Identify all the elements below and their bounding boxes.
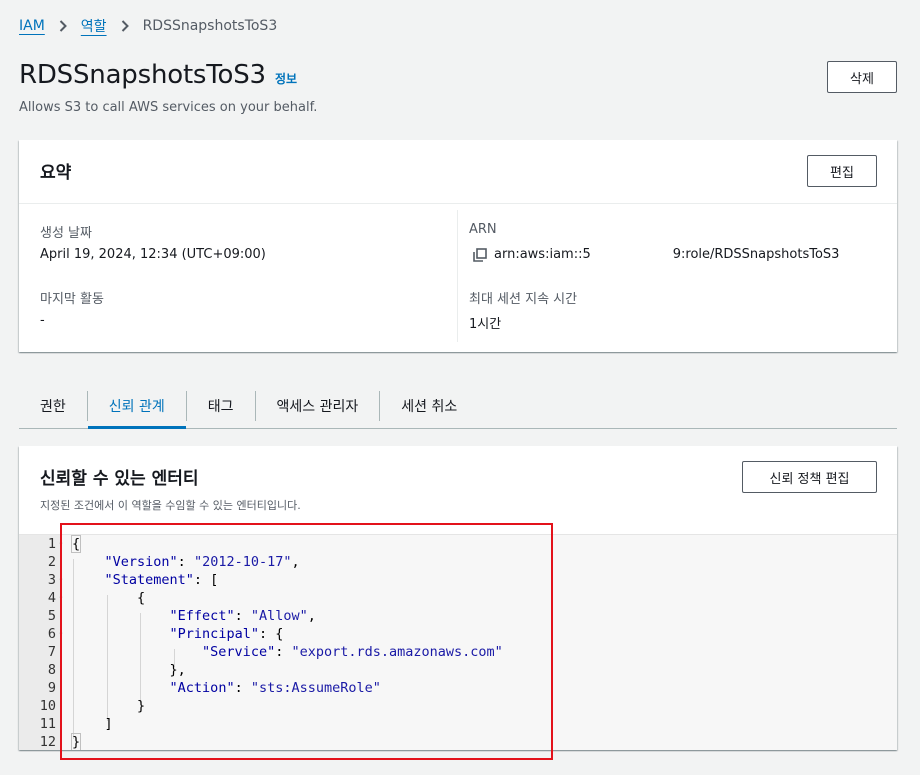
code-line: 9 "Action": "sts:AssumeRole": [19, 679, 897, 697]
json-string: "export.rds.amazonaws.com": [291, 644, 503, 660]
summary-panel: 요약 편집 생성 날짜 April 19, 2024, 12:34 (UTC+0…: [19, 140, 897, 352]
edit-trust-policy-button[interactable]: 신뢰 정책 편집: [742, 461, 877, 493]
edit-button[interactable]: 편집: [807, 155, 877, 187]
json-close-brace: }: [70, 733, 82, 750]
tab-permissions[interactable]: 권한: [19, 384, 87, 428]
json-string: "sts:AssumeRole": [250, 680, 381, 696]
code-line: 10 }: [19, 697, 897, 715]
tab-access-advisor[interactable]: 액세스 관리자: [256, 384, 380, 428]
chevron-right-icon: [59, 20, 67, 32]
code-line: 5 "Effect": "Allow",: [19, 607, 897, 625]
line-number: 8: [47, 662, 56, 678]
code-line: 4 ▾ {: [19, 589, 897, 607]
last-activity-value: -: [40, 313, 45, 328]
page-title: RDSSnapshotsToS3: [19, 60, 266, 90]
json-key: "Principal": [169, 626, 259, 642]
fold-arrow-icon[interactable]: ▾: [56, 630, 66, 638]
json-key: "Version": [104, 554, 178, 570]
copy-icon[interactable]: [473, 247, 487, 262]
trust-policy-code-editor[interactable]: 1 ▾ { 2 "Version": "2012-10-17", 3 ▾ "St…: [19, 534, 897, 750]
json-open-brace: {: [70, 535, 82, 553]
trusted-entities-title: 신뢰할 수 있는 엔터티: [40, 469, 199, 489]
chevron-right-icon: [121, 20, 129, 32]
line-number: 3: [47, 572, 56, 588]
json-key: "Statement": [104, 572, 194, 588]
summary-title: 요약: [40, 163, 72, 183]
json-key: "Action": [169, 680, 235, 696]
tab-tags[interactable]: 태그: [187, 384, 255, 428]
tab-trust-relationships[interactable]: 신뢰 관계: [87, 384, 186, 429]
max-session-value: 1시간: [469, 317, 502, 332]
line-number: 7: [47, 644, 56, 660]
max-session-label: 최대 세션 지속 시간: [469, 292, 578, 307]
breadcrumb-current: RDSSnapshotsToS3: [142, 18, 278, 34]
arn-label: ARN: [469, 222, 497, 237]
iam-role-page: IAM 역할 RDSSnapshotsToS3 RDSSnapshotsToS3…: [0, 0, 920, 775]
breadcrumb-iam-link[interactable]: IAM: [19, 18, 45, 34]
code-line: 7 "Service": "export.rds.amazonaws.com": [19, 643, 897, 661]
code-line: 8 },: [19, 661, 897, 679]
created-date-value: April 19, 2024, 12:34 (UTC+09:00): [40, 247, 266, 262]
trusted-entities-description: 지정된 조건에서 이 역할을 수임할 수 있는 엔터티입니다.: [40, 499, 301, 512]
json-string: "Allow": [250, 608, 308, 624]
fold-arrow-icon[interactable]: ▾: [56, 540, 66, 548]
code-line: 3 ▾ "Statement": [: [19, 571, 897, 589]
arn-value-suffix: 9:role/RDSSnapshotsToS3: [672, 247, 840, 262]
json-key: "Effect": [169, 608, 235, 624]
arn-value-prefix: arn:aws:iam::5: [494, 247, 591, 262]
code-line: 12 }: [19, 733, 897, 750]
line-number: 2: [47, 554, 56, 570]
delete-button[interactable]: 삭제: [827, 61, 897, 93]
trusted-entities-panel: 신뢰할 수 있는 엔터티 지정된 조건에서 이 역할을 수임할 수 있는 엔터티…: [19, 446, 897, 750]
line-number: 6: [47, 626, 56, 642]
breadcrumb-roles-link[interactable]: 역할: [81, 16, 107, 36]
divider: [19, 203, 897, 204]
fold-arrow-icon[interactable]: ▾: [56, 594, 66, 602]
code-line: 6 ▾ "Principal": {: [19, 625, 897, 643]
arn-value-row: arn:aws:iam::5 9:role/RDSSnapshotsToS3: [473, 247, 839, 262]
json-string: "2012-10-17": [193, 554, 292, 570]
line-number: 11: [39, 716, 56, 732]
code-line: 11 ]: [19, 715, 897, 733]
line-number: 4: [47, 590, 56, 606]
last-activity-label: 마지막 활동: [40, 292, 104, 307]
code-line: 2 "Version": "2012-10-17",: [19, 553, 897, 571]
column-divider: [457, 210, 458, 342]
fold-arrow-icon[interactable]: ▾: [56, 576, 66, 584]
json-key: "Service": [202, 644, 276, 660]
line-number: 9: [47, 680, 56, 696]
line-number: 12: [39, 734, 56, 750]
page-description: Allows S3 to call AWS services on your b…: [19, 100, 318, 115]
info-link[interactable]: 정보: [275, 70, 297, 87]
breadcrumb: IAM 역할 RDSSnapshotsToS3: [19, 16, 277, 36]
line-number: 5: [47, 608, 56, 624]
tab-revoke-sessions[interactable]: 세션 취소: [380, 384, 478, 428]
code-line: 1 ▾ {: [19, 535, 897, 553]
line-number: 1: [47, 536, 56, 552]
line-number: 10: [39, 698, 56, 714]
text-cursor: [80, 734, 82, 750]
created-date-label: 생성 날짜: [40, 226, 92, 241]
tab-bar: 권한 신뢰 관계 태그 액세스 관리자 세션 취소: [19, 384, 897, 429]
